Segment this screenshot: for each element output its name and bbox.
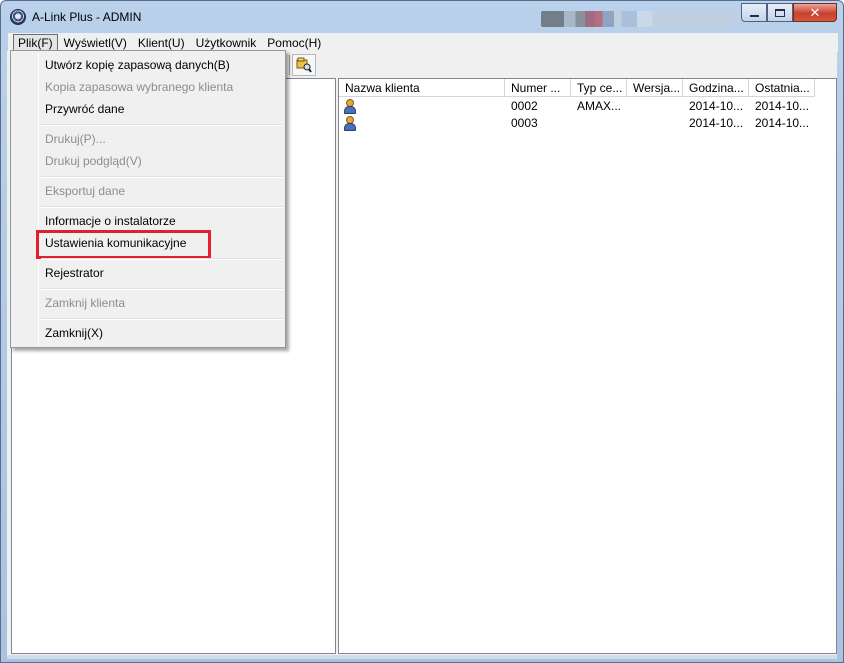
file-menu-dropdown: Utwórz kopię zapasową danych(B) Kopia za… [10, 50, 286, 348]
cell-last: 2014-10... [755, 116, 810, 130]
menu-item-backup-selected-client[interactable]: Kopia zapasowa wybranego klienta [45, 77, 233, 97]
maximize-button[interactable] [767, 3, 793, 22]
menu-uzytkownik[interactable]: Użytkownik [191, 34, 262, 52]
app-logo-icon [10, 9, 26, 25]
cell-number: 0002 [511, 99, 538, 113]
menu-separator [41, 124, 283, 126]
list-header: Nazwa klienta Numer ... Typ ce... Wersja… [339, 79, 815, 97]
table-row[interactable]: 0002 AMAX... 2014-10... 2014-10... [339, 98, 815, 115]
menu-separator [41, 318, 283, 320]
cell-type [571, 115, 627, 132]
menu-item-export-data[interactable]: Eksportuj dane [45, 181, 125, 201]
menu-icon-gutter [38, 53, 39, 346]
menu-separator [41, 288, 283, 290]
menu-plik[interactable]: Plik(F) [13, 33, 58, 52]
user-icon [343, 116, 357, 131]
close-icon: ✕ [809, 4, 821, 20]
minimize-icon [749, 14, 759, 17]
menu-item-logger[interactable]: Rejestrator [45, 263, 104, 283]
close-window-button[interactable]: ✕ [793, 3, 837, 22]
column-header-last[interactable]: Ostatnia... [749, 79, 815, 97]
menu-item-installer-info[interactable]: Informacje o instalatorze [45, 211, 176, 231]
minimize-button[interactable] [741, 3, 767, 22]
cell-version [627, 115, 683, 132]
cell-name [339, 98, 505, 115]
cell-type: AMAX... [577, 99, 622, 113]
cell-time: 2014-10... [689, 116, 744, 130]
menu-item-close-client[interactable]: Zamknij klienta [45, 293, 125, 313]
column-header-version[interactable]: Wersja... [627, 79, 683, 97]
cell-number: 0003 [511, 116, 538, 130]
menu-separator [41, 206, 283, 208]
menu-item-restore-data[interactable]: Przywróć dane [45, 99, 124, 119]
maximize-icon [775, 8, 785, 17]
title-bar[interactable]: A-Link Plus - ADMIN ✕ [1, 1, 843, 32]
menu-item-exit[interactable]: Zamknij(X) [45, 323, 103, 343]
column-header-number[interactable]: Numer ... [505, 79, 571, 97]
window-bottom-frame [7, 655, 837, 659]
menu-item-backup-data[interactable]: Utwórz kopię zapasową danych(B) [45, 55, 230, 75]
cell-version [627, 98, 683, 115]
column-header-time[interactable]: Godzina... [683, 79, 749, 97]
column-header-name[interactable]: Nazwa klienta [339, 79, 505, 97]
menu-item-print[interactable]: Drukuj(P)... [45, 129, 106, 149]
cell-name [339, 115, 505, 132]
cell-last: 2014-10... [755, 99, 810, 113]
blurred-background-strip [541, 11, 733, 27]
highlight-annotation-box [36, 230, 211, 259]
menu-separator [41, 176, 283, 178]
menu-wyswietl[interactable]: Wyświetl(V) [59, 34, 132, 52]
menu-item-print-preview[interactable]: Drukuj podgląd(V) [45, 151, 142, 171]
column-header-type[interactable]: Typ ce... [571, 79, 627, 97]
table-row[interactable]: 0003 2014-10... 2014-10... [339, 115, 815, 132]
menu-pomoc[interactable]: Pomoc(H) [262, 34, 326, 52]
toolbar-separator [289, 55, 290, 75]
find-client-button[interactable] [292, 54, 316, 76]
menu-klient[interactable]: Klient(U) [133, 34, 190, 52]
window-title: A-Link Plus - ADMIN [32, 10, 142, 24]
menu-separator [41, 258, 283, 260]
client-list-pane[interactable]: Nazwa klienta Numer ... Typ ce... Wersja… [338, 78, 837, 654]
cell-time: 2014-10... [689, 99, 744, 113]
user-icon [343, 99, 357, 114]
find-client-icon [296, 57, 312, 73]
window-controls: ✕ [741, 3, 837, 23]
